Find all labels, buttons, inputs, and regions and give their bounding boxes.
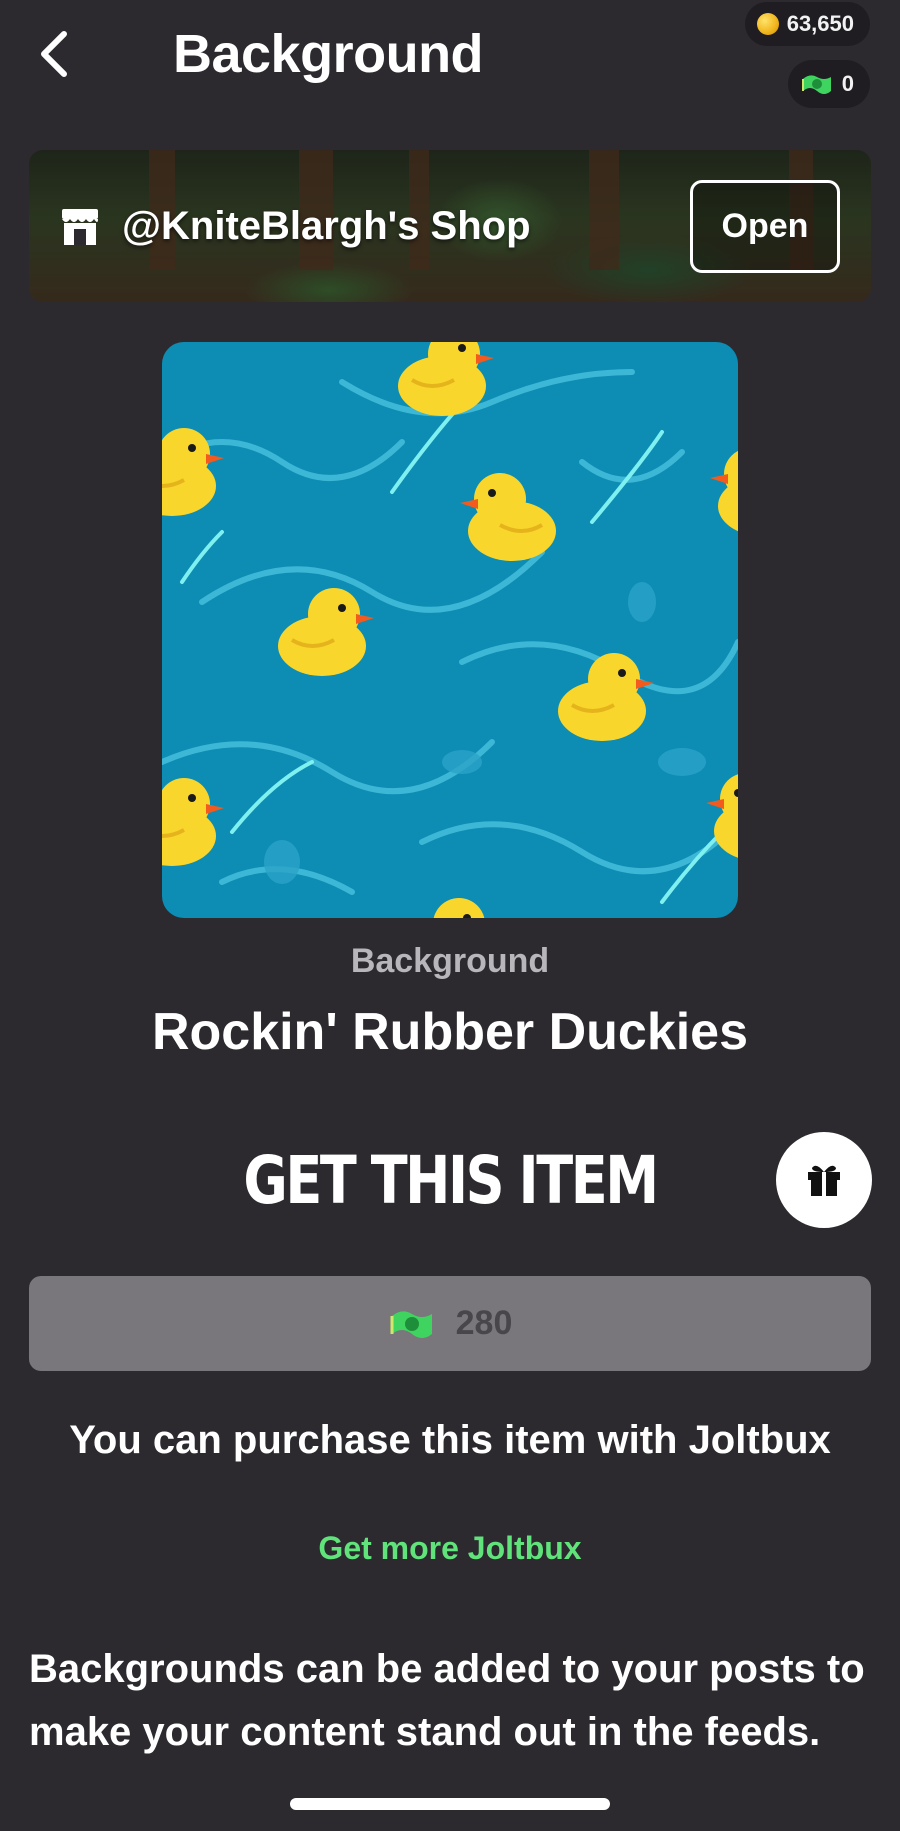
joltbux-icon (390, 1310, 432, 1338)
coin-balance-value: 63,650 (786, 11, 854, 36)
item-name: Rockin' Rubber Duckies (151, 1003, 749, 1061)
gift-button[interactable] (776, 1132, 872, 1228)
home-indicator[interactable] (290, 1798, 610, 1810)
item-description: Backgrounds can be added to your posts t… (29, 1647, 865, 1754)
background-preview-image (162, 342, 738, 918)
page-title: Background (173, 24, 484, 84)
joltbux-balance[interactable]: 0 (787, 60, 870, 108)
shop-name: @KniteBlargh's Shop (122, 204, 531, 248)
price-value: 280 (455, 1304, 513, 1342)
get-more-joltbux-link[interactable]: Get more Joltbux (0, 1530, 900, 1567)
coin-balance[interactable]: 63,650 (744, 2, 870, 46)
gift-icon (808, 1165, 840, 1196)
purchase-note: You can purchase this item with Joltbux (69, 1418, 831, 1462)
chevron-left-icon (41, 31, 67, 77)
back-button[interactable] (30, 22, 90, 86)
storefront-icon (58, 205, 102, 249)
item-type-label: Background (350, 942, 550, 980)
joltbux-balance-value: 0 (841, 71, 854, 96)
get-item-heading: GET THIS ITEM (243, 1142, 659, 1219)
buy-with-joltbux-button[interactable]: 280 (29, 1276, 871, 1371)
open-shop-button[interactable]: Open (690, 180, 840, 273)
joltbux-icon (801, 75, 831, 94)
coin-icon (756, 13, 779, 35)
